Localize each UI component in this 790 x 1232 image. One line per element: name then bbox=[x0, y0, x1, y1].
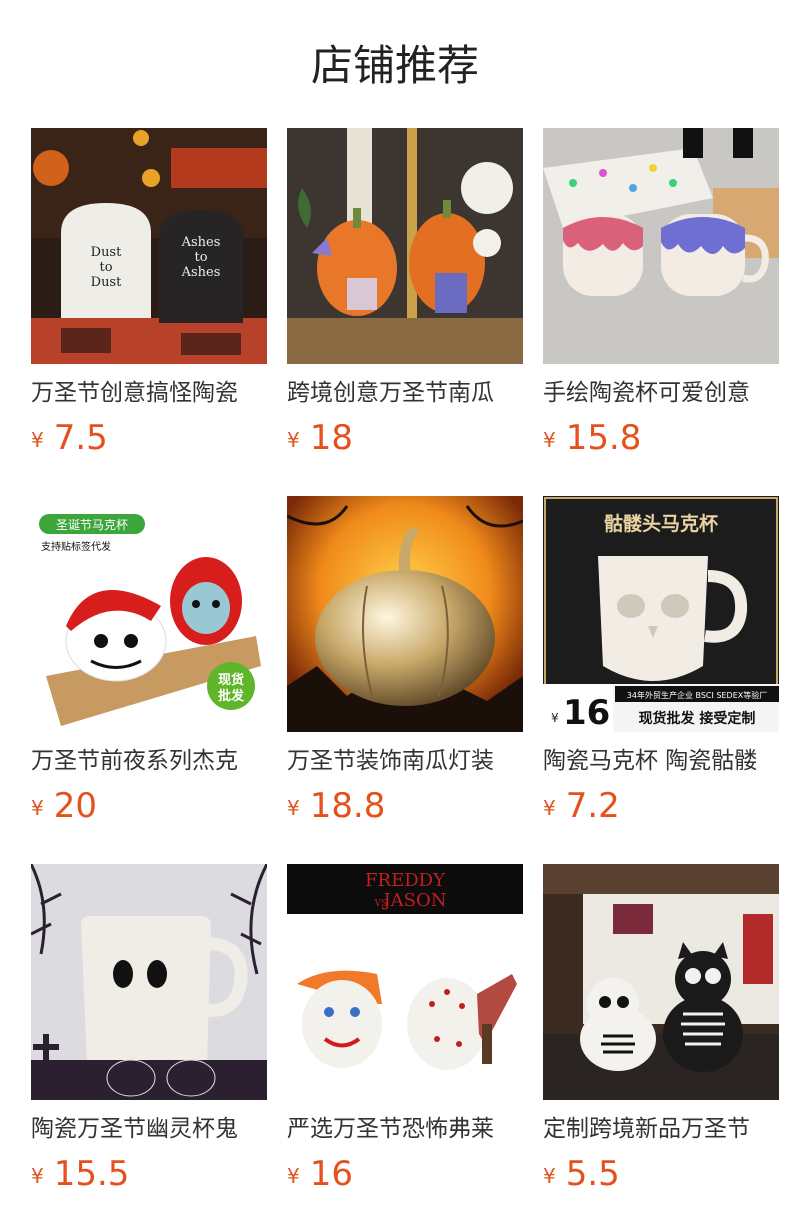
product-price: ¥20 bbox=[31, 784, 97, 834]
price-value: 7.2 bbox=[565, 786, 620, 826]
svg-text:批发: 批发 bbox=[218, 688, 245, 704]
currency-symbol: ¥ bbox=[543, 1164, 556, 1188]
price-value: 5.5 bbox=[565, 1154, 620, 1194]
currency-symbol: ¥ bbox=[287, 1164, 300, 1188]
product-card[interactable]: 圣诞节马克杯 支持贴标签代发 现货 批发 万圣节前夜系列杰克 ¥ 20 bbox=[31, 496, 267, 826]
product-price: ¥7.2 bbox=[543, 784, 620, 834]
pumpkin-house-image bbox=[287, 128, 523, 364]
svg-text:Dust: Dust bbox=[91, 245, 122, 260]
product-image[interactable]: 圣诞节马克杯 支持贴标签代发 现货 批发 bbox=[31, 496, 267, 732]
product-name[interactable]: 陶瓷万圣节幽灵杯鬼 bbox=[31, 1112, 267, 1146]
product-image[interactable] bbox=[287, 128, 523, 364]
skull-mug-image: 骷髅头马克杯 ¥ 16 34年外贸生产企业 BSCI SEDEX等验厂 现货批发… bbox=[543, 496, 779, 732]
product-name[interactable]: 万圣节前夜系列杰克 bbox=[31, 744, 267, 778]
product-name[interactable]: 严选万圣节恐怖弗莱 bbox=[287, 1112, 523, 1146]
gold-pumpkin-image bbox=[287, 496, 523, 732]
product-price: ¥18.8 bbox=[287, 784, 385, 834]
svg-text:Ashes: Ashes bbox=[181, 235, 221, 250]
svg-text:支持贴标签代发: 支持贴标签代发 bbox=[41, 540, 111, 553]
skeleton-figurines-image bbox=[543, 864, 779, 1100]
product-price: ¥5.5 bbox=[543, 1152, 620, 1202]
page-title: 店铺推荐 bbox=[310, 41, 479, 90]
svg-text:圣诞节马克杯: 圣诞节马克杯 bbox=[56, 518, 128, 532]
price-value: 16 bbox=[309, 1154, 353, 1194]
product-grid: Dust to Dust Ashes to Ashes 万圣节创意搞怪陶瓷 ¥7… bbox=[31, 128, 779, 1194]
currency-symbol: ¥ bbox=[287, 796, 300, 820]
price-value: 15.5 bbox=[53, 1154, 130, 1194]
product-card[interactable]: 陶瓷万圣节幽灵杯鬼 ¥15.5 bbox=[31, 864, 267, 1194]
currency-symbol: ¥ bbox=[287, 428, 300, 452]
product-image[interactable] bbox=[287, 496, 523, 732]
svg-text:现货批发 接受定制: 现货批发 接受定制 bbox=[639, 710, 756, 727]
product-image[interactable]: 骷髅头马克杯 ¥ 16 34年外贸生产企业 BSCI SEDEX等验厂 现货批发… bbox=[543, 496, 779, 732]
tombstone-shakers-image: Dust to Dust Ashes to Ashes bbox=[31, 128, 267, 364]
svg-text:JASON: JASON bbox=[381, 890, 446, 911]
product-image[interactable] bbox=[543, 864, 779, 1100]
svg-text:骷髅头马克杯: 骷髅头马克杯 bbox=[604, 512, 718, 535]
product-image[interactable]: Dust to Dust Ashes to Ashes bbox=[31, 128, 267, 364]
price-value: 15.8 bbox=[565, 418, 642, 458]
svg-text:Ashes: Ashes bbox=[181, 265, 221, 280]
product-image[interactable]: FREDDY VS JASON bbox=[287, 864, 523, 1100]
price-value: 7.5 bbox=[53, 418, 108, 458]
svg-text:现货: 现货 bbox=[218, 672, 244, 688]
product-row: 圣诞节马克杯 支持贴标签代发 现货 批发 万圣节前夜系列杰克 ¥ 20 万圣节装… bbox=[31, 496, 779, 826]
svg-text:¥: ¥ bbox=[551, 711, 559, 725]
product-price: ¥16 bbox=[287, 1152, 353, 1202]
currency-symbol: ¥ bbox=[31, 796, 44, 820]
product-name[interactable]: 万圣节装饰南瓜灯装 bbox=[287, 744, 523, 778]
svg-text:to: to bbox=[194, 250, 207, 265]
freddy-jason-mugs-image: FREDDY VS JASON bbox=[287, 864, 523, 1100]
product-card[interactable]: 跨境创意万圣节南瓜 ¥18 bbox=[287, 128, 523, 458]
product-card[interactable]: 万圣节装饰南瓜灯装 ¥18.8 bbox=[287, 496, 523, 826]
product-price: ¥15.8 bbox=[543, 416, 641, 466]
product-name[interactable]: 万圣节创意搞怪陶瓷 bbox=[31, 376, 267, 410]
product-name[interactable]: 跨境创意万圣节南瓜 bbox=[287, 376, 523, 410]
svg-text:Dust: Dust bbox=[91, 275, 122, 290]
product-card[interactable]: 手绘陶瓷杯可爱创意 ¥15.8 bbox=[543, 128, 779, 458]
product-row: 陶瓷万圣节幽灵杯鬼 ¥15.5 FREDDY VS JASON 严选万圣节恐怖弗… bbox=[31, 864, 779, 1194]
product-card[interactable]: Dust to Dust Ashes to Ashes 万圣节创意搞怪陶瓷 ¥7… bbox=[31, 128, 267, 458]
product-name[interactable]: 定制跨境新品万圣节 bbox=[543, 1112, 779, 1146]
product-price: ¥18 bbox=[287, 416, 353, 466]
product-name[interactable]: 手绘陶瓷杯可爱创意 bbox=[543, 376, 779, 410]
jack-sally-mugs-image: 圣诞节马克杯 支持贴标签代发 现货 批发 bbox=[31, 496, 267, 732]
ghost-mug-image bbox=[31, 864, 267, 1100]
svg-text:FREDDY: FREDDY bbox=[365, 870, 446, 891]
price-value: 20 bbox=[53, 786, 97, 826]
product-price: ¥15.5 bbox=[31, 1152, 129, 1202]
currency-symbol: ¥ bbox=[543, 428, 556, 452]
price-value: 18.8 bbox=[309, 786, 386, 826]
price-value: 18 bbox=[309, 418, 353, 458]
product-row: Dust to Dust Ashes to Ashes 万圣节创意搞怪陶瓷 ¥7… bbox=[31, 128, 779, 458]
svg-text:16: 16 bbox=[563, 693, 610, 732]
product-card[interactable]: 定制跨境新品万圣节 ¥5.5 bbox=[543, 864, 779, 1194]
currency-symbol: ¥ bbox=[31, 1164, 44, 1188]
product-price: ¥7.5 bbox=[31, 416, 108, 466]
svg-text:34年外贸生产企业 BSCI SEDEX等验厂: 34年外贸生产企业 BSCI SEDEX等验厂 bbox=[627, 690, 767, 700]
product-card[interactable]: FREDDY VS JASON 严选万圣节恐怖弗莱 ¥ 16 bbox=[287, 864, 523, 1194]
svg-text:to: to bbox=[99, 260, 112, 275]
currency-symbol: ¥ bbox=[543, 796, 556, 820]
currency-symbol: ¥ bbox=[31, 428, 44, 452]
product-image[interactable] bbox=[31, 864, 267, 1100]
product-image[interactable] bbox=[543, 128, 779, 364]
product-name[interactable]: 陶瓷马克杯 陶瓷骷髅 bbox=[543, 744, 779, 778]
drip-mugs-image bbox=[543, 128, 779, 364]
product-card[interactable]: 骷髅头马克杯 ¥ 16 34年外贸生产企业 BSCI SEDEX等验厂 现货批发… bbox=[543, 496, 779, 826]
